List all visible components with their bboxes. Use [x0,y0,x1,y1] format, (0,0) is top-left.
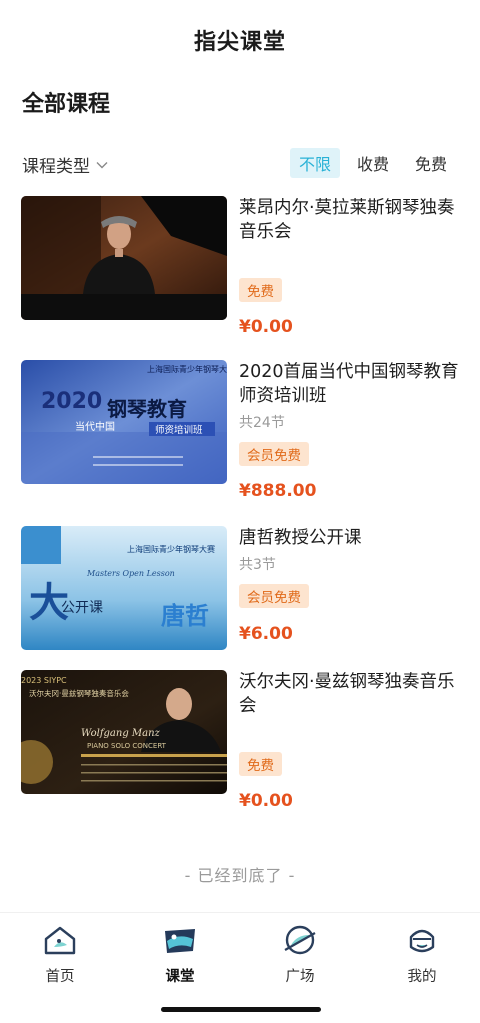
course-thumbnail[interactable]: 上海国际青少年钢琴大赛 2020 钢琴教育 当代中国 师资培训班 [21,360,227,484]
nav-label: 我的 [407,969,437,985]
poster-siypc: 2023 SIYPC [21,676,67,685]
home-indicator [161,1007,321,1012]
course-type-dropdown[interactable]: 课程类型 [22,152,108,177]
course-badge: 会员免费 [239,442,309,466]
course-price: ¥0.00 [239,317,293,337]
course-title: 沃尔夫冈·曼兹钢琴独奏音乐会 [239,672,455,716]
home-icon [44,926,76,955]
poster-piano-solo: PIANO SOLO CONCERT [87,742,167,750]
course-badge: 免费 [239,278,282,302]
poster-open-lesson: 公开课 [61,600,103,616]
filter-all[interactable]: 不限 [289,148,340,178]
poster-concert-title: 沃尔夫冈·曼兹钢琴独奏音乐会 [29,688,129,698]
course-info: 唐哲教授公开课 共3节 会员免费 ¥6.00 [239,526,461,650]
nav-label: 课堂 [165,969,195,985]
filter-paid[interactable]: 收费 [348,148,398,178]
course-thumbnail[interactable] [21,196,227,320]
poster-teacher-name: 唐哲 [161,602,209,630]
nav-item-plaza[interactable]: 广场 [260,923,340,993]
page-title: 指尖课堂 [193,30,286,55]
filter-bar: 课程类型 不限 收费 免费 [0,146,480,182]
filter-free[interactable]: 免费 [406,148,456,178]
nav-item-classroom[interactable]: 课堂 [140,923,220,993]
training-poster: 上海国际青少年钢琴大赛 2020 钢琴教育 当代中国 师资培训班 [21,360,227,484]
chevron-down-icon [96,161,108,168]
lesson-count: 共3节 [239,557,276,573]
top-bar: 指尖课堂 [0,0,480,80]
course-type-label: 课程类型 [22,157,90,177]
nav-item-home[interactable]: 首页 [20,923,100,993]
poster-competition-text: 上海国际青少年钢琴大赛 [147,364,227,374]
course-badge: 免费 [239,752,282,776]
profile-icon [409,929,435,953]
poster-english-title: Masters Open Lesson [86,569,175,578]
concert-poster: 2023 SIYPC 沃尔夫冈·曼兹钢琴独奏音乐会 Wolfgang Manz … [21,670,227,794]
classroom-page: 指尖课堂 全部课程 课程类型 不限 收费 免费 莱昂内尔·莫拉莱斯钢琴独奏音乐会… [0,0,480,1023]
course-badge: 会员免费 [239,584,309,608]
poster-subtitle: 当代中国 [75,420,115,433]
open-lesson-poster: 上海国际青少年钢琴大赛 Masters Open Lesson 大 公开课 唐哲 [21,526,227,650]
nav-item-profile[interactable]: 我的 [382,923,462,993]
poster-headline: 钢琴教育 [107,397,187,421]
course-info: 莱昂内尔·莫拉莱斯钢琴独奏音乐会 免费 ¥0.00 [239,196,461,337]
lesson-count: 共24节 [239,415,285,431]
course-info: 2020首届当代中国钢琴教育师资培训班 共24节 会员免费 ¥888.00 [239,360,461,501]
poster-performer: Wolfgang Manz [81,728,161,739]
course-title: 2020首届当代中国钢琴教育师资培训班 [239,362,459,406]
price-filter-tabs: 不限 收费 免费 [289,148,456,178]
classroom-icon [165,929,195,953]
course-title: 唐哲教授公开课 [239,528,362,548]
course-thumbnail[interactable]: 上海国际青少年钢琴大赛 Masters Open Lesson 大 公开课 唐哲 [21,526,227,650]
section-title: 全部课程 [22,92,111,117]
poster-course-name: 师资培训班 [155,424,203,436]
course-thumbnail[interactable]: 2023 SIYPC 沃尔夫冈·曼兹钢琴独奏音乐会 Wolfgang Manz … [21,670,227,794]
course-price: ¥0.00 [239,791,293,811]
poster-year: 2020 [41,389,102,414]
nav-label: 广场 [285,969,315,985]
course-price: ¥888.00 [239,481,317,501]
plaza-icon [284,925,316,955]
pianist-photo [21,196,227,320]
nav-label: 首页 [45,969,75,985]
course-info: 沃尔夫冈·曼兹钢琴独奏音乐会 免费 ¥0.00 [239,670,461,811]
course-title: 莱昂内尔·莫拉莱斯钢琴独奏音乐会 [239,198,455,242]
course-price: ¥6.00 [239,624,293,644]
poster-competition-text: 上海国际青少年钢琴大赛 [127,544,215,554]
list-end-text: - 已经到底了 - [184,866,296,885]
